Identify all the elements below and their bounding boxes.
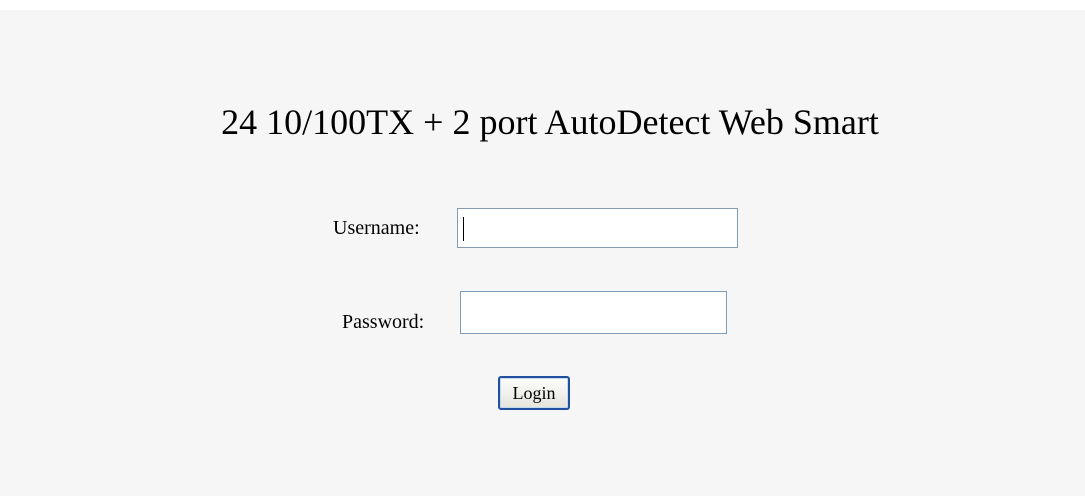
text-cursor	[463, 217, 464, 241]
username-input[interactable]	[457, 208, 738, 248]
username-label: Username:	[333, 217, 420, 239]
password-label: Password:	[342, 311, 425, 333]
password-input[interactable]	[460, 291, 727, 334]
login-button[interactable]: Login	[498, 376, 570, 410]
page-background	[0, 10, 1085, 496]
page-title: 24 10/100TX + 2 port AutoDetect Web Smar…	[221, 102, 879, 142]
